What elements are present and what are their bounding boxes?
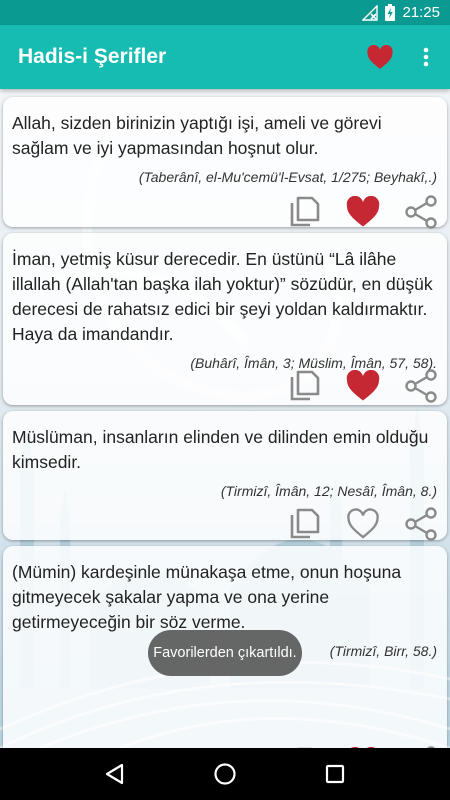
hadith-card: Müslüman, insanların elinden ve dilinden… xyxy=(3,411,447,541)
heart-outline-icon xyxy=(347,508,379,539)
toast-message: Favorilerden çıkartıldı. xyxy=(148,630,302,676)
share-icon xyxy=(405,507,437,541)
share-button[interactable] xyxy=(401,504,441,544)
status-time: 21:25 xyxy=(402,4,440,21)
battery-charging-icon xyxy=(385,4,396,21)
card-actions xyxy=(285,504,441,544)
copy-button[interactable] xyxy=(285,504,325,544)
copy-icon xyxy=(290,196,320,227)
app-title: Hadis-i Şerifler xyxy=(18,45,167,68)
heart-filled-icon xyxy=(346,196,380,227)
hadith-text: İman, yetmiş küsur derecedir. En üstünü … xyxy=(12,249,433,344)
hadith-source: (Taberânî, el-Mu'cemü'l-Evsat, 1/275; Be… xyxy=(138,169,437,185)
card-actions xyxy=(285,192,441,232)
share-icon xyxy=(405,195,437,229)
system-nav-bar xyxy=(0,748,450,800)
hadith-text: Müslüman, insanların elinden ve dilinden… xyxy=(12,427,429,472)
app-bar: Hadis-i Şerifler xyxy=(0,25,450,89)
more-vert-icon xyxy=(423,47,429,67)
signal-off-icon xyxy=(362,4,379,21)
share-button[interactable] xyxy=(401,366,441,406)
copy-button[interactable] xyxy=(285,192,325,232)
back-button[interactable] xyxy=(90,754,140,794)
favorites-button[interactable] xyxy=(358,35,402,79)
status-bar: 21:25 xyxy=(0,0,450,25)
copy-button[interactable] xyxy=(285,366,325,406)
hadith-source: (Tirmizî, Îmân, 12; Nesâî, Îmân, 8.) xyxy=(220,483,437,499)
home-button[interactable] xyxy=(200,754,250,794)
favorite-toggle[interactable] xyxy=(343,192,383,232)
hadith-text: (Mümin) kardeşinle münakaşa etme, onun h… xyxy=(12,562,402,632)
hadith-card: İman, yetmiş küsur derecedir. En üstünü … xyxy=(3,233,447,405)
back-triangle-icon xyxy=(105,763,124,785)
hadith-card: Allah, sizden birinizin yaptığı işi, ame… xyxy=(3,97,447,229)
share-button[interactable] xyxy=(401,192,441,232)
card-actions xyxy=(285,366,441,406)
home-circle-icon xyxy=(214,763,236,785)
heart-filled-icon xyxy=(346,370,380,401)
favorite-toggle[interactable] xyxy=(343,504,383,544)
copy-icon xyxy=(290,370,320,401)
copy-icon xyxy=(290,508,320,539)
recents-button[interactable] xyxy=(310,754,360,794)
hadith-text: Allah, sizden birinizin yaptığı işi, ame… xyxy=(12,113,382,158)
recents-square-icon xyxy=(325,764,345,784)
favorite-toggle[interactable] xyxy=(343,366,383,406)
heart-icon xyxy=(367,44,393,69)
share-icon xyxy=(405,369,437,403)
overflow-menu-button[interactable] xyxy=(408,35,444,79)
